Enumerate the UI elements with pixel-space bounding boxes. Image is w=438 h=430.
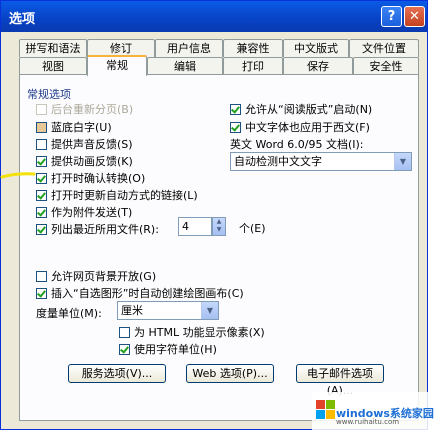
option-background-repaginate[interactable]: 后台重新分页(B)	[36, 101, 133, 117]
option-char-units[interactable]: 使用字符单位(H)	[119, 341, 217, 357]
word-doc-value: 自动检测中文文字	[234, 155, 322, 168]
watermark-url: www.ruihaitu.com	[336, 418, 400, 426]
recent-count-spinner[interactable]: ▲ ▼	[212, 217, 226, 236]
option-allow-reading-layout[interactable]: 允许从“阅读版式”启动(N)	[230, 101, 372, 117]
chevron-down-icon[interactable]: ▼	[394, 153, 411, 170]
checkbox[interactable]	[36, 189, 47, 201]
options-dialog: 选项 ? ✕ 拼写和语法 修订 用户信息 兼容性 中文版式 文件位置 视图 常规…	[0, 0, 428, 430]
option-label: 允许从“阅读版式”启动(N)	[245, 103, 373, 116]
option-web-background[interactable]: 允许网页背景开放(G)	[36, 268, 156, 284]
checkbox[interactable]	[36, 223, 47, 235]
option-label: 提供声音反馈(S)	[51, 138, 133, 151]
checkbox[interactable]	[36, 172, 47, 184]
close-button[interactable]: ✕	[404, 6, 425, 27]
recent-unit-label: 个(E)	[239, 222, 266, 235]
title-bar[interactable]: 选项 ? ✕	[1, 1, 427, 32]
option-label: 中文字体也应用于西文(F)	[245, 121, 370, 134]
option-label: 提供动画反馈(K)	[51, 155, 133, 168]
tab-chinese-layout[interactable]: 中文版式	[283, 39, 349, 57]
tab-file-locations[interactable]: 文件位置	[349, 39, 419, 57]
tab-edit[interactable]: 编辑	[147, 57, 223, 75]
measure-select[interactable]: 厘米 ▼	[117, 301, 219, 320]
option-sound-feedback[interactable]: 提供声音反馈(S)	[36, 136, 133, 152]
checkbox[interactable]	[36, 155, 47, 167]
option-update-links[interactable]: 打开时更新自动方式的链接(L)	[36, 187, 198, 203]
checkbox[interactable]	[36, 121, 47, 133]
checkbox[interactable]	[230, 121, 241, 133]
tab-view[interactable]: 视图	[19, 57, 87, 75]
checkbox[interactable]	[119, 326, 130, 338]
tab-user-info[interactable]: 用户信息	[155, 39, 223, 57]
help-button[interactable]: ?	[381, 6, 402, 27]
checkbox[interactable]	[36, 287, 47, 299]
checkbox[interactable]	[36, 206, 47, 218]
option-confirm-conversion[interactable]: 打开时确认转换(O)	[36, 170, 145, 186]
tab-print[interactable]: 打印	[223, 57, 283, 75]
option-send-as-attachment[interactable]: 作为附件发送(T)	[36, 204, 132, 220]
option-blue-background[interactable]: 蓝底白字(U)	[36, 119, 112, 135]
option-label: 打开时更新自动方式的链接(L)	[51, 189, 198, 202]
option-label: 允许网页背景开放(G)	[51, 270, 157, 283]
checkbox[interactable]	[119, 343, 130, 355]
highlight-mark	[0, 172, 36, 179]
option-animation-feedback[interactable]: 提供动画反馈(K)	[36, 153, 133, 169]
web-options-button[interactable]: Web 选项(P)...	[186, 364, 274, 383]
tab-security[interactable]: 安全性	[353, 57, 419, 75]
checkbox[interactable]	[36, 138, 47, 150]
measure-label: 度量单位(M):	[36, 307, 102, 320]
option-label: 蓝底白字(U)	[51, 121, 112, 134]
option-recent-files[interactable]: 列出最近所用文件(R):	[36, 221, 159, 237]
tab-compatibility[interactable]: 兼容性	[223, 39, 283, 57]
option-chinese-font-western[interactable]: 中文字体也应用于西文(F)	[230, 119, 370, 135]
option-label: 插入“自选图形”时自动创建绘图画布(C)	[51, 287, 244, 300]
tab-save[interactable]: 保存	[283, 57, 353, 75]
measure-value: 厘米	[121, 304, 143, 317]
option-html-pixels[interactable]: 为 HTML 功能显示像素(X)	[119, 324, 265, 340]
option-autoshape-canvas[interactable]: 插入“自选图形”时自动创建绘图画布(C)	[36, 285, 244, 301]
recent-count-input[interactable]: 4	[178, 217, 212, 236]
email-options-button[interactable]: 电子邮件选项(A)...	[296, 364, 384, 397]
checkbox[interactable]	[36, 103, 47, 115]
option-label: 作为附件发送(T)	[51, 206, 133, 219]
checkbox[interactable]	[230, 103, 241, 115]
chevron-down-icon[interactable]: ▼	[201, 302, 218, 319]
option-label: 列出最近所用文件(R):	[51, 223, 159, 236]
option-label: 打开时确认转换(O)	[51, 172, 146, 185]
group-label: 常规选项	[27, 88, 71, 101]
word-doc-select[interactable]: 自动检测中文文字 ▼	[230, 152, 412, 171]
word-doc-label: 英文 Word 6.0/95 文档(I):	[230, 138, 364, 151]
service-options-button[interactable]: 服务选项(V)...	[68, 364, 166, 383]
tab-general[interactable]: 常规	[87, 55, 147, 76]
option-label: 使用字符单位(H)	[134, 343, 217, 356]
option-label: 为 HTML 功能显示像素(X)	[134, 326, 265, 339]
dialog-title: 选项	[9, 12, 36, 27]
option-label: 后台重新分页(B)	[51, 103, 134, 116]
tab-spelling[interactable]: 拼写和语法	[19, 39, 87, 57]
checkbox[interactable]	[36, 270, 47, 282]
